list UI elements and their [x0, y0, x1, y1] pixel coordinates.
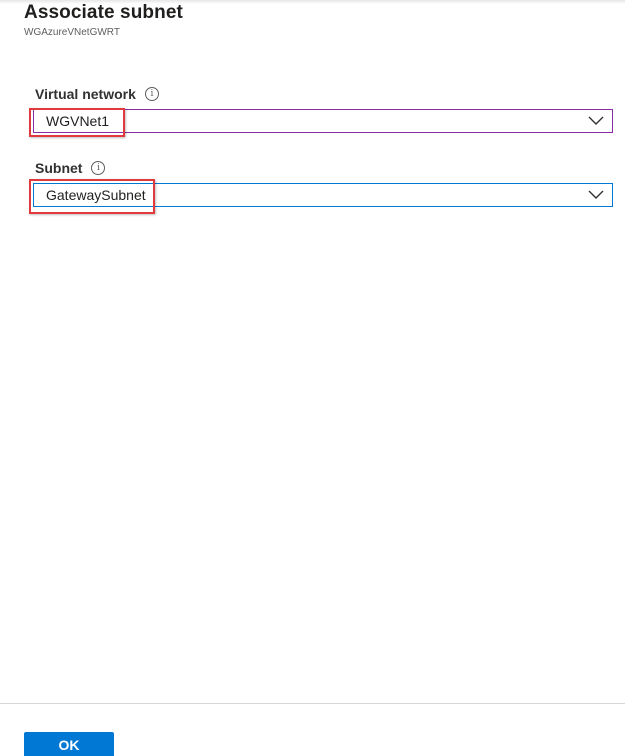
- subnet-selected-value: GatewaySubnet: [46, 187, 146, 203]
- virtual-network-label-row: Virtual network i: [35, 86, 159, 102]
- subnet-dropdown[interactable]: GatewaySubnet: [33, 183, 613, 207]
- blade-title: Associate subnet: [24, 2, 183, 23]
- info-icon[interactable]: i: [91, 161, 106, 175]
- footer-divider: [0, 703, 625, 704]
- blade-subtitle: WGAzureVNetGWRT: [24, 27, 120, 38]
- associate-subnet-blade: Associate subnet WGAzureVNetGWRT Virtual…: [0, 0, 625, 756]
- chevron-down-icon: [586, 185, 606, 205]
- virtual-network-selected-value: WGVNet1: [46, 113, 110, 129]
- subnet-label-row: Subnet i: [35, 160, 106, 176]
- info-icon[interactable]: i: [144, 87, 159, 101]
- virtual-network-label: Virtual network: [35, 86, 136, 102]
- subnet-label: Subnet: [35, 160, 83, 176]
- ok-button[interactable]: OK: [24, 732, 114, 756]
- virtual-network-dropdown[interactable]: WGVNet1: [33, 109, 613, 133]
- chevron-down-icon: [586, 111, 606, 131]
